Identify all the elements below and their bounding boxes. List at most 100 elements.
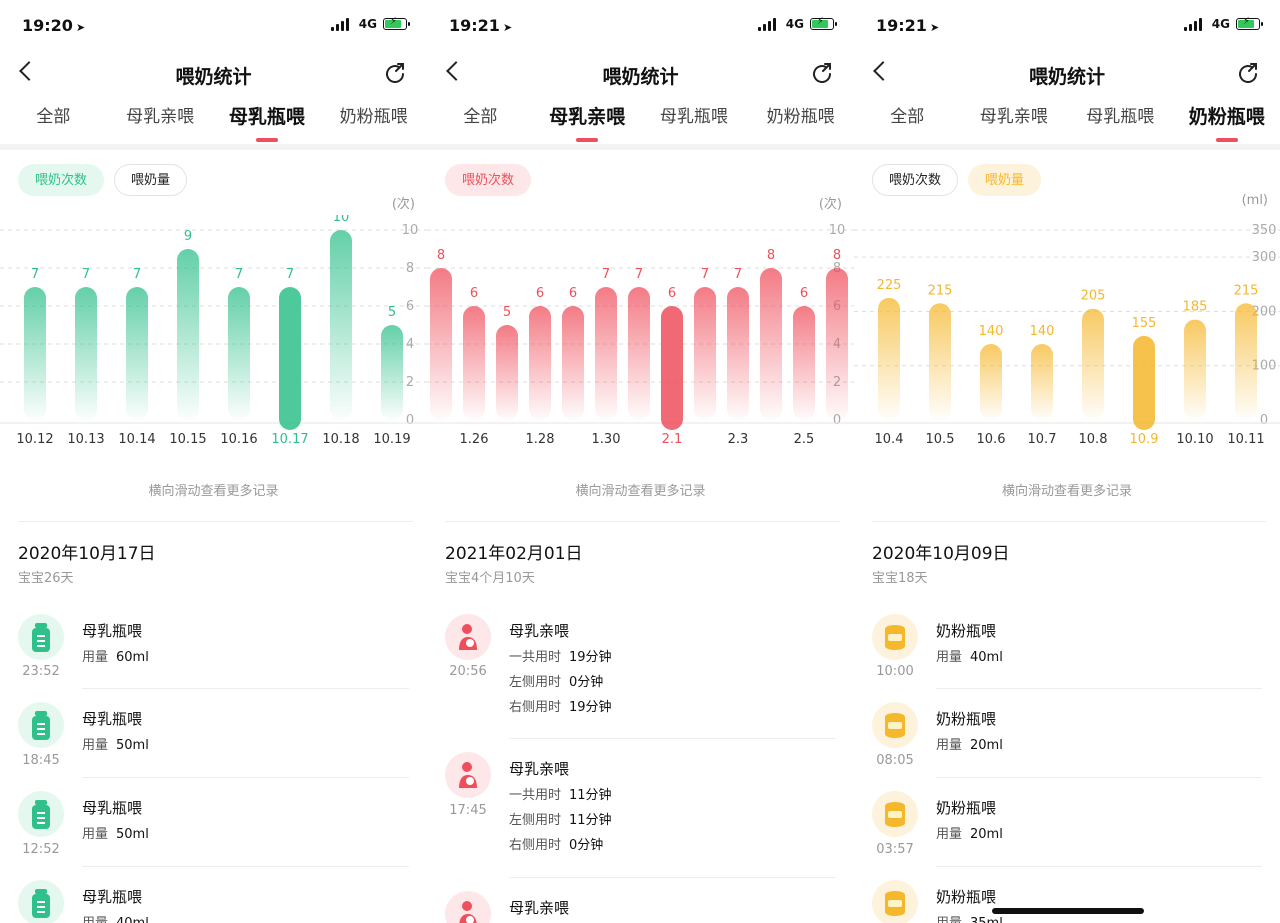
data-label: 6 — [569, 286, 577, 301]
tab-breastfeed[interactable]: 母乳亲喂 — [534, 104, 641, 142]
divider — [509, 738, 836, 739]
divider — [18, 521, 413, 522]
feed-chart[interactable]: 0 2 4 6 8 10 7 10.12 7 10.13 7 10.14 9 10.15 7 10.16 7 10… — [0, 215, 427, 455]
record-detail: 一共用时 19分钟 — [509, 650, 612, 665]
list-item[interactable]: 10:00 奶粉瓶喂 用量 40ml — [854, 614, 1280, 694]
data-label: 215 — [1234, 283, 1259, 298]
status-time: 19:21 ➤ — [449, 16, 513, 35]
data-label: 7 — [635, 267, 643, 282]
divider — [82, 688, 409, 689]
x-tick-label: 10.13 — [67, 432, 104, 447]
share-icon[interactable] — [810, 62, 834, 86]
list-item[interactable]: 03:57 奶粉瓶喂 用量 20ml — [854, 791, 1280, 871]
record-detail: 一共用时 11分钟 — [509, 788, 612, 803]
bar — [463, 306, 485, 420]
data-label: 5 — [503, 305, 511, 320]
x-tick-label: 1.28 — [526, 432, 555, 447]
pill-feed-count[interactable]: 喂奶次数 — [445, 164, 532, 196]
data-label: 7 — [82, 267, 90, 282]
list-item[interactable]: 08:05 奶粉瓶喂 用量 20ml — [854, 702, 1280, 782]
bar — [826, 268, 848, 420]
scroll-hint: 横向滑动查看更多记录 — [1001, 484, 1132, 499]
tab-bottle-breastmilk[interactable]: 母乳瓶喂 — [1067, 104, 1174, 136]
tab-formula[interactable]: 奶粉瓶喂 — [1174, 104, 1280, 142]
formula-can-icon — [872, 702, 918, 748]
baby-age: 宝宝26天 — [18, 571, 74, 586]
network-label: 4G — [785, 17, 804, 31]
screen-formula: 19:21 ➤ 4G ⚡ 喂奶统计 全部 母乳亲喂 母乳瓶喂 奶粉瓶喂 喂奶次数 … — [854, 0, 1280, 923]
record-title: 母乳亲喂 — [509, 760, 570, 778]
share-icon[interactable] — [1236, 62, 1260, 86]
divider — [82, 866, 409, 867]
tab-bottle-breastmilk[interactable]: 母乳瓶喂 — [214, 104, 321, 142]
list-item[interactable]: 奶粉瓶喂 用量35ml — [854, 880, 1280, 923]
tab-bottle-breastmilk[interactable]: 母乳瓶喂 — [641, 104, 748, 136]
bottle-icon — [18, 791, 64, 837]
bar — [1133, 335, 1155, 430]
bar — [279, 287, 301, 430]
bar — [727, 287, 749, 420]
feed-chart[interactable]: 0246810861.26561.28671.30762.1772.3862.5… — [427, 215, 854, 455]
network-label: 4G — [358, 17, 377, 31]
bar — [228, 287, 250, 420]
list-item[interactable]: 母乳亲喂 — [427, 891, 854, 923]
data-label: 6 — [668, 286, 676, 301]
tab-all[interactable]: 全部 — [0, 104, 107, 136]
pill-feed-count[interactable]: 喂奶次数 — [872, 164, 959, 196]
list-item[interactable]: 18:45 母乳瓶喂 用量 50ml — [0, 702, 427, 782]
record-title: 母乳瓶喂 — [82, 622, 143, 640]
tab-all[interactable]: 全部 — [854, 104, 961, 136]
tab-breastfeed[interactable]: 母乳亲喂 — [107, 104, 214, 136]
list-item[interactable]: 12:52 母乳瓶喂 用量 50ml — [0, 791, 427, 871]
record-time: 08:05 — [876, 753, 914, 768]
section-divider — [427, 144, 854, 150]
record-title: 奶粉瓶喂 — [936, 622, 997, 640]
y-axis-unit: (次) — [391, 197, 415, 212]
list-item[interactable]: 20:56 母乳亲喂 一共用时 19分钟 左侧用时 0分钟 右侧用时 19分钟 — [427, 614, 854, 744]
tab-breastfeed[interactable]: 母乳亲喂 — [961, 104, 1068, 136]
tab-formula[interactable]: 奶粉瓶喂 — [747, 104, 854, 136]
x-tick-label: 10.19 — [373, 432, 410, 447]
x-tick-label: 10.14 — [118, 432, 155, 447]
baby-age: 宝宝18天 — [872, 571, 928, 586]
x-tick-label: 10.5 — [926, 432, 955, 447]
y-tick-label: 4 — [406, 337, 414, 352]
list-item[interactable]: 23:52 母乳瓶喂 用量 60ml — [0, 614, 427, 694]
battery-icon: ⚡ — [1236, 16, 1263, 30]
feed-chart[interactable]: 010020030035022510.421510.514010.614010.… — [854, 215, 1280, 455]
scroll-hint: 横向滑动查看更多记录 — [148, 484, 279, 499]
y-tick-label: 10 — [402, 223, 419, 238]
x-tick-label: 10.15 — [169, 432, 206, 447]
tab-all[interactable]: 全部 — [427, 104, 534, 136]
nav-bar: 喂奶统计 — [427, 56, 854, 96]
bar — [760, 268, 782, 420]
x-tick-label: 2.3 — [728, 432, 749, 447]
divider — [509, 877, 836, 878]
x-tick-label: 10.10 — [1176, 432, 1213, 447]
data-label: 9 — [184, 229, 192, 244]
network-label: 4G — [1211, 17, 1230, 31]
category-tabs: 全部 母乳亲喂 母乳瓶喂 奶粉瓶喂 — [0, 104, 427, 142]
list-item[interactable]: 17:45 母乳亲喂 一共用时 11分钟 左侧用时 11分钟 右侧用时 0分钟 — [427, 752, 854, 882]
record-title: 母乳瓶喂 — [82, 888, 143, 906]
signal-icon — [331, 18, 351, 31]
section-divider — [854, 144, 1280, 150]
y-tick-label: 8 — [406, 261, 414, 276]
record-date: 2020年10月17日 — [18, 544, 156, 564]
record-title: 奶粉瓶喂 — [936, 710, 997, 728]
bar — [595, 287, 617, 420]
data-label: 8 — [437, 248, 445, 263]
record-detail: 右侧用时 19分钟 — [509, 700, 612, 715]
data-label: 155 — [1132, 316, 1157, 331]
location-arrow-icon: ➤ — [929, 21, 940, 34]
tab-formula[interactable]: 奶粉瓶喂 — [320, 104, 427, 136]
pill-feed-amount[interactable]: 喂奶量 — [114, 164, 188, 196]
pill-feed-amount[interactable]: 喂奶量 — [968, 164, 1042, 196]
record-detail: 左侧用时 0分钟 — [509, 675, 604, 690]
bar — [430, 268, 452, 420]
share-icon[interactable] — [383, 62, 407, 86]
x-tick-label: 2.1 — [662, 432, 683, 447]
pill-feed-count[interactable]: 喂奶次数 — [18, 164, 105, 196]
status-time: 19:21 ➤ — [876, 16, 940, 35]
list-item[interactable]: 母乳瓶喂 用量40ml — [0, 880, 427, 923]
